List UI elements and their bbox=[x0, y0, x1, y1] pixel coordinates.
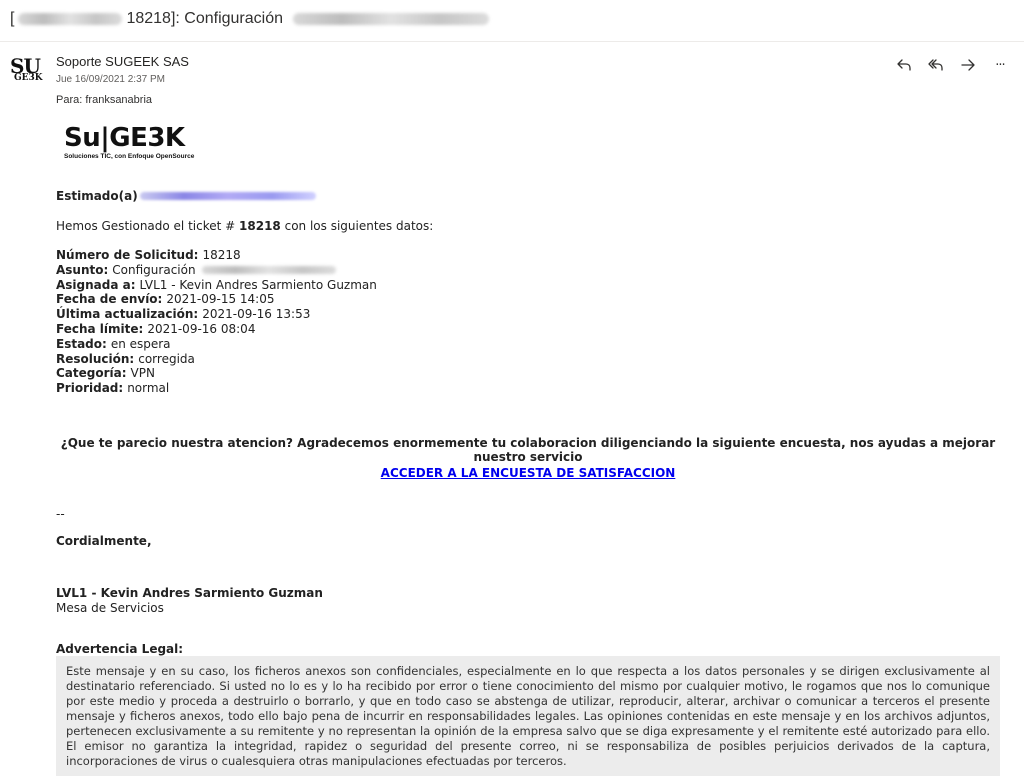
avatar-text-bottom: GE3K bbox=[14, 73, 43, 83]
reply-button[interactable] bbox=[894, 56, 914, 74]
detail-row: Asunto: Configuración bbox=[56, 263, 377, 278]
more-actions-button[interactable]: ··· bbox=[990, 56, 1010, 74]
detail-row: Resolución: corregida bbox=[56, 352, 377, 367]
message-actions: ··· bbox=[894, 56, 1010, 74]
detail-value: 2021-09-16 08:04 bbox=[147, 321, 256, 336]
greeting-text: Estimado(a) bbox=[56, 189, 138, 203]
redacted-subject-part bbox=[18, 13, 123, 25]
detail-key: Categoría: bbox=[56, 366, 127, 381]
logo-tagline: Soluciones TIC, con Enfoque OpenSource bbox=[64, 153, 195, 160]
signature-name: LVL1 - Kevin Andres Sarmiento Guzman bbox=[56, 586, 323, 600]
detail-row: Estado: en espera bbox=[56, 337, 377, 352]
detail-value: VPN bbox=[130, 366, 155, 381]
detail-value: 2021-09-15 14:05 bbox=[166, 292, 275, 307]
detail-row: Fecha de envío: 2021-09-15 14:05 bbox=[56, 292, 377, 307]
detail-row: Asignada a: LVL1 - Kevin Andres Sarmiento… bbox=[56, 278, 377, 293]
subject-text: 18218]: Configuración bbox=[126, 10, 284, 27]
survey-link-container: ACCEDER A LA ENCUESTA DE SATISFACCION bbox=[56, 466, 1000, 480]
intro-ticket-number: 18218 bbox=[239, 219, 281, 233]
more-icon: ··· bbox=[995, 57, 1005, 73]
detail-key: Fecha de envío: bbox=[56, 292, 163, 307]
detail-key: Resolución: bbox=[56, 351, 135, 366]
detail-value: en espera bbox=[110, 336, 171, 351]
recipient-line: Para: franksanabria bbox=[56, 94, 152, 106]
detail-key: Número de Solicitud: bbox=[56, 248, 199, 262]
sender-name[interactable]: Soporte SUGEEK SAS bbox=[56, 54, 189, 69]
signature-role: Mesa de Servicios bbox=[56, 601, 164, 615]
ticket-details: Número de Solicitud: 18218 Asunto: Configu… bbox=[56, 248, 377, 396]
to-label: Para: bbox=[56, 94, 83, 106]
signature-separator: -- bbox=[56, 507, 65, 521]
reply-all-icon bbox=[928, 59, 943, 71]
survey-link[interactable]: ACCEDER A LA ENCUESTA DE SATISFACCION bbox=[381, 466, 676, 480]
email-subject: [ 18218]: Configuración bbox=[10, 10, 490, 28]
detail-row: Fecha límite: 2021-09-16 08:04 bbox=[56, 322, 377, 337]
legal-disclaimer: Este mensaje y en su caso, los ficheros … bbox=[56, 656, 1000, 776]
sender-avatar[interactable]: SU GE3K bbox=[10, 56, 44, 92]
redacted-subject-detail bbox=[201, 266, 336, 275]
recipient-name[interactable]: franksanabria bbox=[85, 94, 152, 106]
detail-value: 2021-09-16 13:53 bbox=[202, 307, 311, 322]
closing: Cordialmente, bbox=[56, 534, 152, 548]
forward-icon bbox=[961, 59, 975, 71]
greeting: Estimado(a) bbox=[56, 189, 316, 203]
detail-value: LVL1 - Kevin Andres Sarmiento Guzman bbox=[139, 277, 377, 292]
detail-value: corregida bbox=[138, 351, 195, 366]
detail-value: 18218 bbox=[202, 248, 241, 262]
reply-all-button[interactable] bbox=[926, 56, 946, 74]
redacted-subject-tail bbox=[293, 13, 490, 25]
detail-key: Prioridad: bbox=[56, 381, 124, 396]
reply-icon bbox=[897, 59, 911, 71]
redacted-name bbox=[139, 192, 316, 200]
logo-wordmark: Su|GE3K bbox=[64, 123, 185, 153]
intro-before: Hemos Gestionado el ticket # bbox=[56, 219, 236, 233]
detail-row: Categoría: VPN bbox=[56, 366, 377, 381]
detail-key: Estado: bbox=[56, 336, 107, 351]
intro-line: Hemos Gestionado el ticket # 18218 con l… bbox=[56, 219, 433, 233]
intro-after: con los siguientes datos: bbox=[284, 219, 434, 233]
detail-row: Prioridad: normal bbox=[56, 381, 377, 396]
legal-title: Advertencia Legal: bbox=[56, 642, 184, 656]
sent-date: Jue 16/09/2021 2:37 PM bbox=[56, 74, 165, 85]
subject-bar: [ 18218]: Configuración bbox=[0, 0, 1024, 42]
detail-key: Fecha límite: bbox=[56, 321, 144, 336]
subject-prefix: [ bbox=[10, 10, 15, 27]
detail-row: Última actualización: 2021-09-16 13:53 bbox=[56, 307, 377, 322]
survey-prompt: ¿Que te parecio nuestra atencion? Agrade… bbox=[60, 436, 996, 464]
company-logo: Su|GE3K Soluciones TIC, con Enfoque Open… bbox=[64, 123, 195, 160]
detail-row: Número de Solicitud: 18218 bbox=[56, 248, 377, 263]
detail-value: Configuración bbox=[112, 262, 196, 277]
detail-key: Asignada a: bbox=[56, 277, 136, 292]
detail-value: normal bbox=[127, 381, 170, 396]
detail-key: Asunto: bbox=[56, 262, 109, 277]
forward-button[interactable] bbox=[958, 56, 978, 74]
detail-key: Última actualización: bbox=[56, 307, 199, 322]
